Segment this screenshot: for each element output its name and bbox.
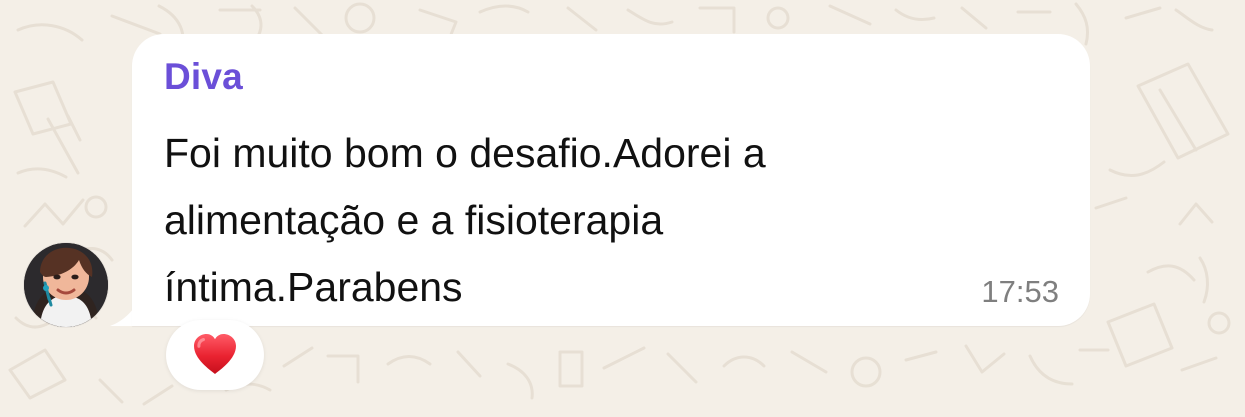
- sender-name: Diva: [164, 56, 243, 97]
- message-bubble[interactable]: Diva Foi muito bom o desafio.Adorei a al…: [132, 34, 1090, 326]
- profile-photo-icon: [24, 243, 108, 327]
- message-text: Foi muito bom o desafio.Adorei a aliment…: [164, 130, 766, 310]
- heart-icon: [194, 334, 236, 374]
- avatar[interactable]: [24, 243, 108, 327]
- reaction-pill[interactable]: ❤️: [166, 320, 264, 390]
- message-time: 17:53: [981, 274, 1059, 309]
